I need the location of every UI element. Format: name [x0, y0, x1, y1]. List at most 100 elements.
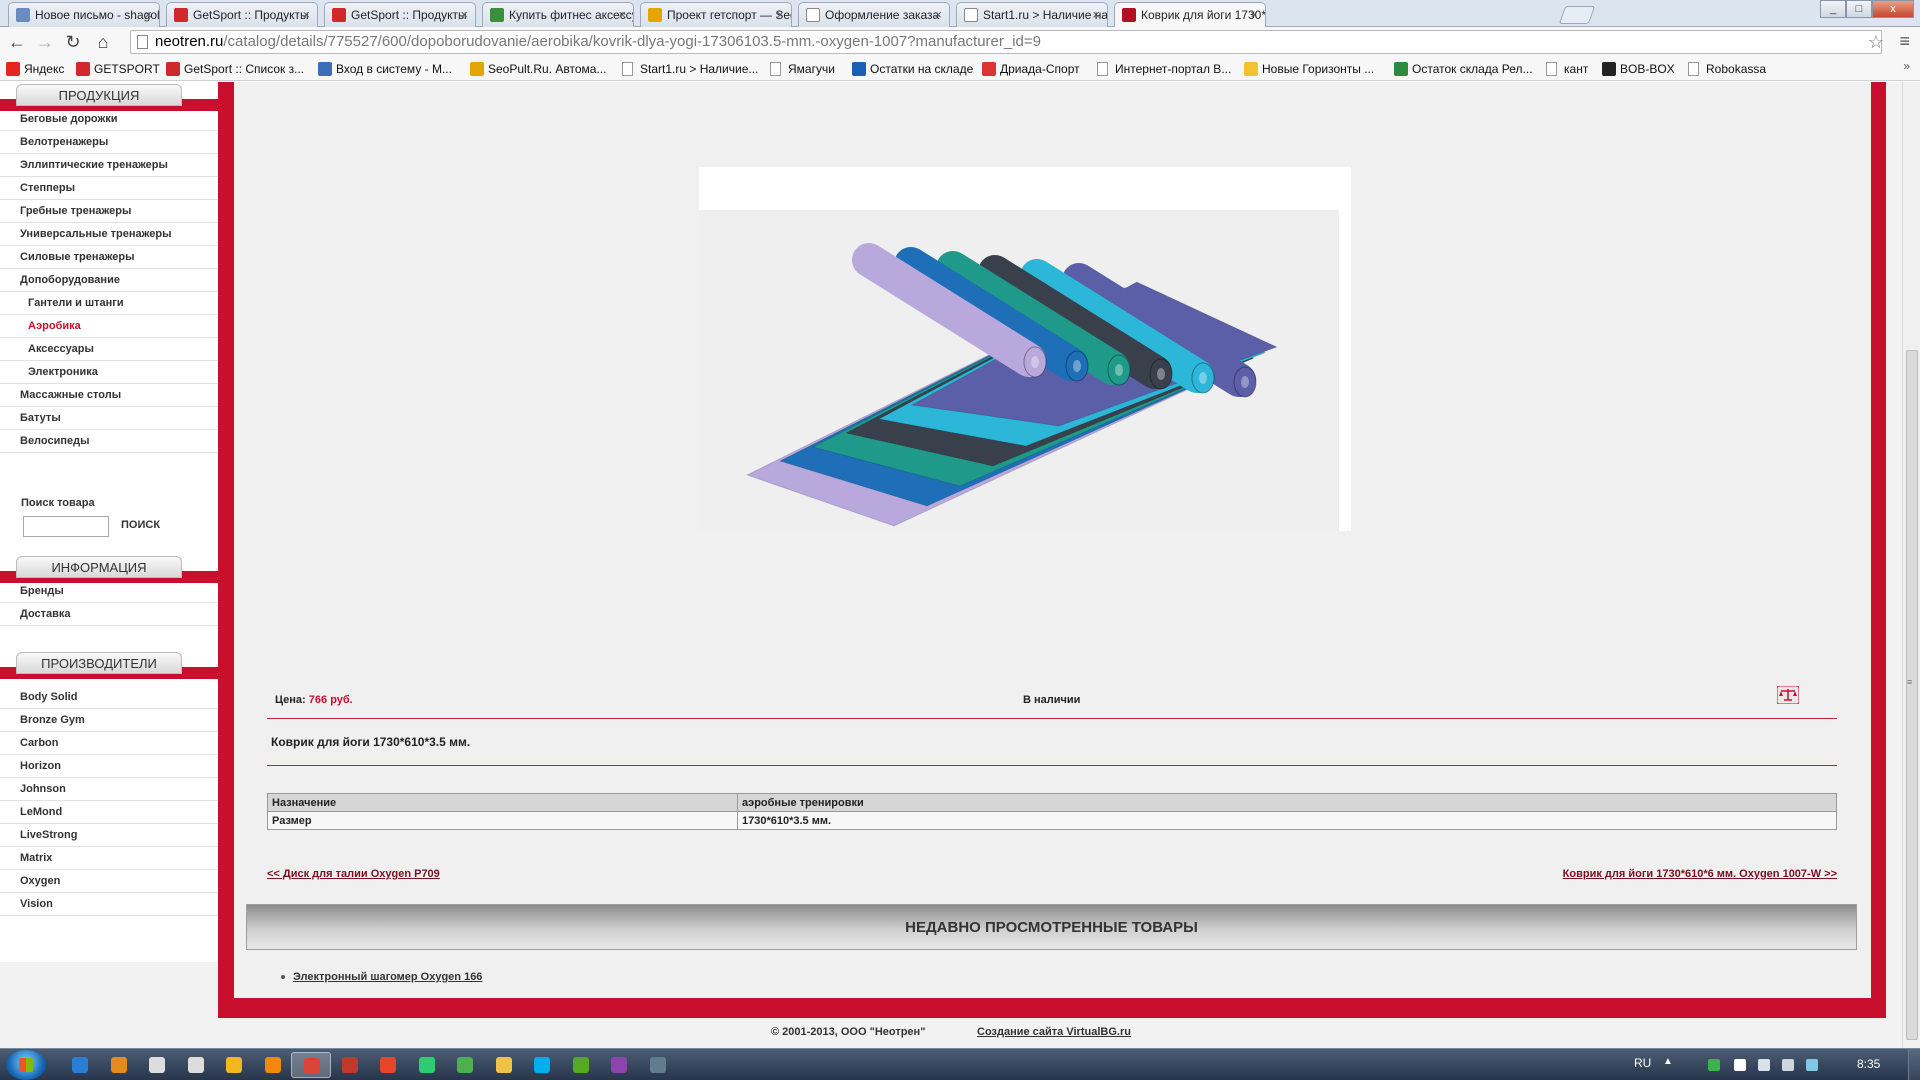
page-scrollbar[interactable]: ≡: [1902, 82, 1920, 1048]
sidebar-item[interactable]: Бренды: [0, 580, 218, 603]
browser-tab[interactable]: GetSport :: Продукты ×: [166, 2, 318, 27]
manufacturer-item[interactable]: Horizon: [0, 755, 218, 778]
product-image[interactable]: [699, 210, 1339, 531]
taskbar-button[interactable]: [407, 1052, 447, 1078]
tab-close-icon[interactable]: ×: [460, 3, 468, 27]
sidebar-item[interactable]: Массажные столы: [0, 384, 218, 407]
bookmark-item[interactable]: Robokassa: [1688, 61, 1766, 77]
bookmark-item[interactable]: SeoPult.Ru. Автома...: [470, 61, 606, 77]
home-icon[interactable]: ⌂: [92, 31, 114, 53]
sidebar-item[interactable]: Велотренажеры: [0, 131, 218, 154]
taskbar-button[interactable]: [99, 1052, 139, 1078]
taskbar-button[interactable]: [561, 1052, 601, 1078]
volume-muted-icon[interactable]: [1782, 1059, 1794, 1071]
taskbar-button[interactable]: [137, 1052, 177, 1078]
bookmark-item[interactable]: Вход в систему - M...: [318, 61, 452, 77]
tray-expand-icon[interactable]: ▲: [1663, 1056, 1673, 1067]
bookmark-item[interactable]: Яндекс: [6, 61, 64, 77]
sidebar-item[interactable]: Допоборудование: [0, 269, 218, 292]
search-input[interactable]: [23, 516, 109, 537]
sidebar-item[interactable]: Силовые тренажеры: [0, 246, 218, 269]
sidebar-item[interactable]: Велосипеды: [0, 430, 218, 453]
taskbar-button[interactable]: [253, 1052, 293, 1078]
search-button[interactable]: ПОИСК: [121, 519, 160, 531]
bookmark-item[interactable]: Start1.ru > Наличие...: [622, 61, 758, 77]
sidebar-item[interactable]: Беговые дорожки: [0, 108, 218, 131]
bookmark-item[interactable]: Дриада-Спорт: [982, 61, 1080, 77]
manufacturer-item[interactable]: Body Solid: [0, 686, 218, 709]
sidebar-item[interactable]: Аэробика: [0, 315, 218, 338]
browser-tab[interactable]: Оформление заказа ×: [798, 2, 950, 27]
sidebar-item[interactable]: Доставка: [0, 603, 218, 626]
clock[interactable]: 8:35: [1857, 1057, 1880, 1071]
browser-tab[interactable]: Проект гетспорт — SeoP ×: [640, 2, 792, 27]
browser-tab[interactable]: Start1.ru > Наличие на ск×: [956, 2, 1108, 27]
bookmark-item[interactable]: Остатки на складе: [852, 61, 973, 77]
sidebar-item[interactable]: Аксессуары: [0, 338, 218, 361]
tab-close-icon[interactable]: ×: [618, 3, 626, 27]
start-button[interactable]: [6, 1050, 46, 1080]
sidebar-item[interactable]: Универсальные тренажеры: [0, 223, 218, 246]
minimize-button[interactable]: _: [1820, 0, 1846, 18]
tab-close-icon[interactable]: ×: [302, 3, 310, 27]
language-indicator[interactable]: RU: [1634, 1056, 1651, 1070]
manufacturer-item[interactable]: Johnson: [0, 778, 218, 801]
bookmark-item[interactable]: Новые Горизонты ...: [1244, 61, 1374, 77]
manufacturer-item[interactable]: Matrix: [0, 847, 218, 870]
manufacturer-item[interactable]: LeMond: [0, 801, 218, 824]
forward-icon[interactable]: →: [34, 31, 56, 53]
tab-close-icon[interactable]: ×: [1250, 3, 1258, 27]
bookmark-item[interactable]: Интернет-портал В...: [1097, 61, 1231, 77]
sidebar-item[interactable]: Эллиптические тренажеры: [0, 154, 218, 177]
next-product-link[interactable]: Коврик для йоги 1730*610*6 мм. Oxygen 10…: [1563, 868, 1837, 880]
flag-icon[interactable]: [1734, 1059, 1746, 1071]
bookmarks-more-button[interactable]: »: [1903, 59, 1910, 73]
taskbar-button[interactable]: [214, 1052, 254, 1078]
bookmark-item[interactable]: кант: [1546, 61, 1588, 77]
sidebar-item[interactable]: Степперы: [0, 177, 218, 200]
bookmark-item[interactable]: Ямагучи: [770, 61, 835, 77]
back-icon[interactable]: ←: [6, 31, 28, 53]
sidebar-item[interactable]: Гантели и штанги: [0, 292, 218, 315]
taskbar-button[interactable]: [291, 1052, 331, 1078]
bookmark-item[interactable]: Остаток склада Рел...: [1394, 61, 1533, 77]
network-icon[interactable]: [1758, 1059, 1770, 1071]
manufacturer-item[interactable]: Bronze Gym: [0, 709, 218, 732]
browser-tab[interactable]: GetSport :: Продукты ×: [324, 2, 476, 27]
tab-close-icon[interactable]: ×: [776, 3, 784, 27]
taskbar-button[interactable]: [60, 1052, 100, 1078]
developer-link[interactable]: Создание сайта VirtualBG.ru: [977, 1026, 1131, 1038]
prev-product-link[interactable]: << Диск для талии Oxygen P709: [267, 868, 440, 880]
taskbar-button[interactable]: [599, 1052, 639, 1078]
bookmark-item[interactable]: GetSport :: Список з...: [166, 61, 304, 77]
tray-app-icon[interactable]: [1806, 1059, 1818, 1071]
tray-app-icon[interactable]: [1708, 1059, 1720, 1071]
bookmark-star-icon[interactable]: ☆: [1868, 32, 1884, 53]
taskbar-button[interactable]: [638, 1052, 678, 1078]
close-window-button[interactable]: x: [1872, 0, 1914, 18]
new-tab-button[interactable]: [1558, 6, 1596, 24]
manufacturer-item[interactable]: Vision: [0, 893, 218, 916]
taskbar-button[interactable]: [368, 1052, 408, 1078]
manufacturer-item[interactable]: Carbon: [0, 732, 218, 755]
recent-product-link[interactable]: Электронный шагомер Oxygen 166: [293, 971, 482, 983]
compare-scales-icon[interactable]: [1777, 686, 1799, 704]
maximize-button[interactable]: □: [1846, 0, 1872, 18]
manufacturer-item[interactable]: LiveStrong: [0, 824, 218, 847]
show-desktop-button[interactable]: [1908, 1049, 1920, 1080]
tab-close-icon[interactable]: ×: [1092, 3, 1100, 27]
sidebar-item[interactable]: Батуты: [0, 407, 218, 430]
taskbar-button[interactable]: [484, 1052, 524, 1078]
tab-close-icon[interactable]: ×: [144, 3, 152, 27]
taskbar-button[interactable]: [176, 1052, 216, 1078]
bookmark-item[interactable]: GETSPORT: [76, 61, 160, 77]
address-bar[interactable]: neotren.ru/catalog/details/775527/600/do…: [130, 30, 1882, 54]
taskbar-button[interactable]: [522, 1052, 562, 1078]
browser-tab[interactable]: Новое письмо - shagol@ ×: [8, 2, 160, 27]
manufacturer-item[interactable]: Oxygen: [0, 870, 218, 893]
taskbar-button[interactable]: [445, 1052, 485, 1078]
sidebar-item[interactable]: Гребные тренажеры: [0, 200, 218, 223]
reload-icon[interactable]: ↻: [62, 31, 84, 53]
taskbar-button[interactable]: [330, 1052, 370, 1078]
menu-icon[interactable]: ≡: [1899, 31, 1910, 52]
